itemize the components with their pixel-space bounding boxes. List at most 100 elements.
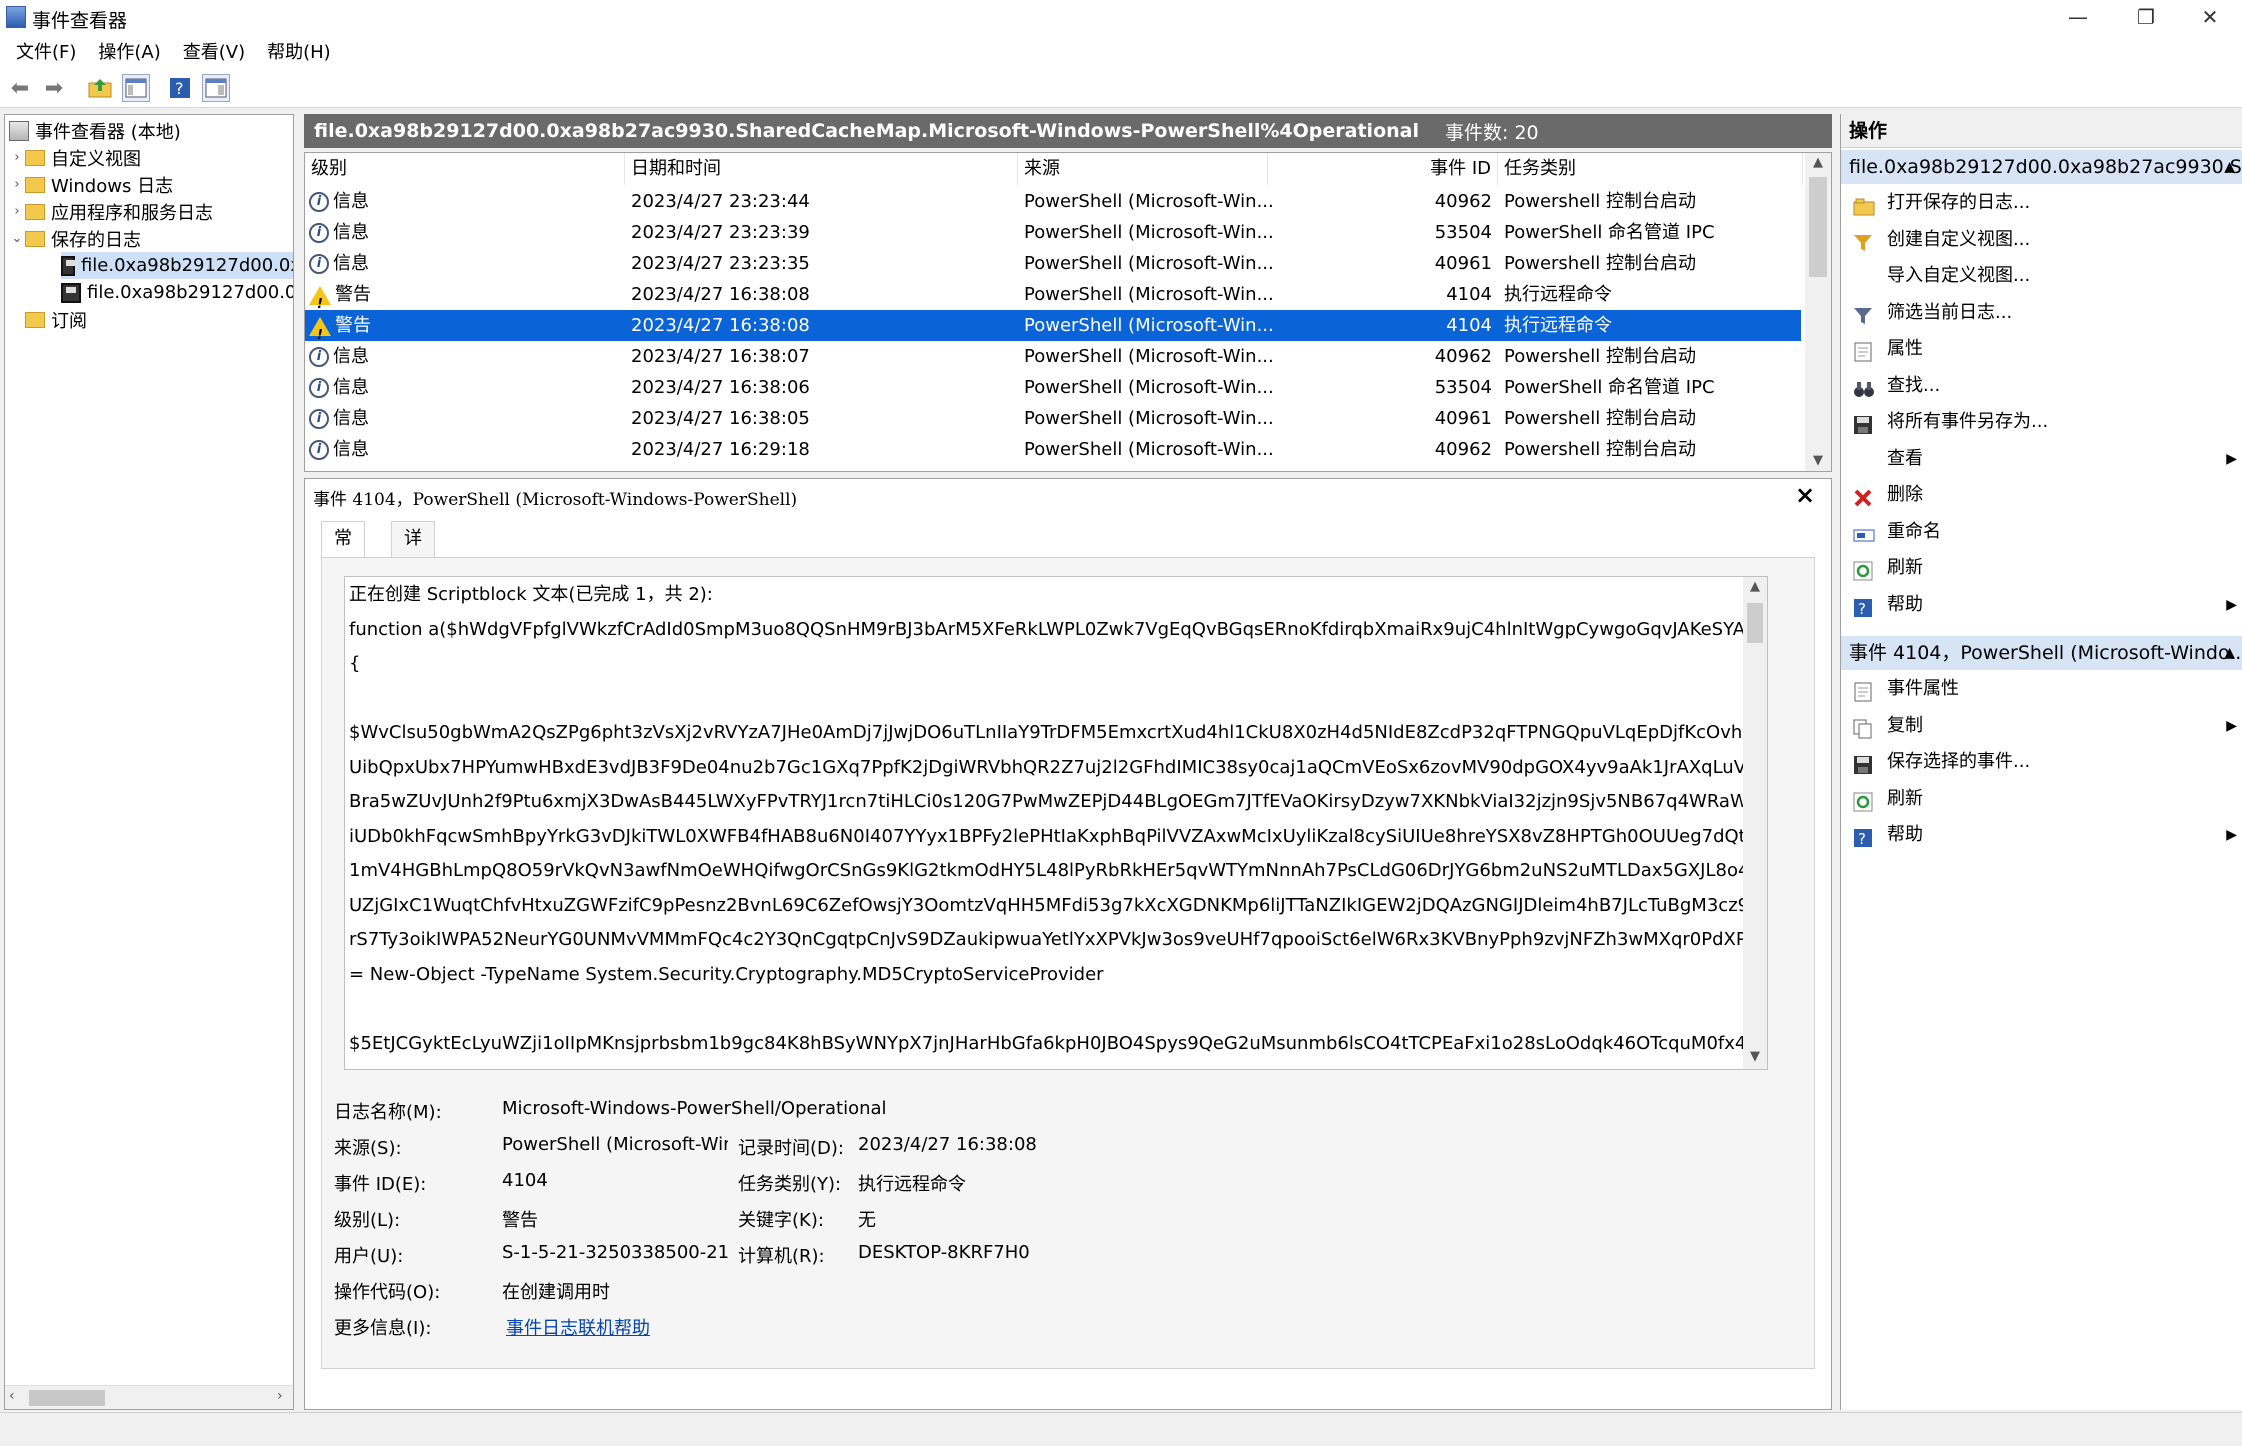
table-row[interactable]: i 信息 2023/4/27 16:29:18 PowerShell (Microso… (305, 434, 1801, 465)
events-vertical-scrollbar[interactable]: ▲ ▼ (1805, 153, 1831, 471)
action-item[interactable]: 复制 ▶ (1841, 709, 2242, 743)
scroll-down-icon[interactable]: ▼ (1743, 1049, 1767, 1064)
event-message-box[interactable]: 正在创建 Scriptblock 文本(已完成 1，共 2): function … (344, 576, 1768, 1070)
menu-view[interactable]: 查看(V) (175, 38, 259, 64)
info-icon: i (309, 347, 329, 367)
column-header-task-category[interactable]: 任务类别 (1498, 153, 1803, 185)
up-folder-icon[interactable] (86, 74, 114, 102)
scroll-down-icon[interactable]: ▼ (1805, 453, 1831, 468)
tree-item-saved-log-2[interactable]: file.0xa98b29127d00.0x (61, 279, 293, 306)
help-icon[interactable]: ? (166, 74, 194, 102)
scroll-up-icon[interactable]: ▲ (1805, 155, 1831, 170)
tab-details[interactable]: 详细信息 (391, 521, 435, 651)
action-item-label: 保存选择的事件... (1887, 751, 2031, 772)
action-item[interactable]: 删除 (1841, 478, 2242, 512)
expand-chevron-icon[interactable]: › (9, 150, 25, 165)
table-row[interactable]: i 信息 2023/4/27 16:38:06 PowerShell (Microso… (305, 372, 1801, 403)
table-row[interactable]: 警告 2023/4/27 16:38:08 PowerShell (Microsof… (305, 310, 1801, 351)
table-row[interactable]: 警告 2023/4/27 16:38:08 PowerShell (Microsof… (305, 279, 1801, 320)
action-item[interactable]: 创建自定义视图... (1841, 223, 2242, 257)
action-item[interactable]: ? 帮助 ▶ (1841, 818, 2242, 852)
tree-item-label: Windows 日志 (51, 175, 174, 197)
menu-action[interactable]: 操作(A) (90, 38, 174, 64)
tree-horizontal-scrollbar[interactable]: ‹ › (5, 1385, 293, 1409)
info-icon: i (309, 440, 329, 460)
action-item-label: 刷新 (1887, 787, 1923, 809)
minimize-button[interactable]: — (2044, 0, 2112, 34)
collapse-chevron-icon[interactable]: ⌄ (9, 231, 25, 246)
action-item[interactable]: 导入自定义视图... (1841, 259, 2242, 293)
keywords-label: 关键字(K): (738, 1210, 824, 1231)
tree-item-subscriptions[interactable]: 订阅 (25, 306, 87, 333)
column-header-source[interactable]: 来源 (1018, 153, 1268, 185)
online-help-link[interactable]: 事件日志联机帮助 (506, 1314, 806, 1340)
log-name-value: Microsoft-Windows-PowerShell/Operational (502, 1098, 887, 1119)
scroll-up-icon[interactable]: ▲ (1743, 579, 1767, 594)
tree-item-custom-views[interactable]: › 自定义视图 (9, 144, 141, 171)
scrollbar-thumb[interactable] (1747, 603, 1763, 643)
action-item[interactable]: ? 帮助 ▶ (1841, 588, 2242, 622)
action-item[interactable]: 刷新 (1841, 551, 2242, 585)
tree-item-saved-logs[interactable]: ⌄ 保存的日志 (9, 225, 141, 252)
cell-task-category: Powershell 控制台启动 (1504, 253, 1697, 274)
cell-datetime: 2023/4/27 16:29:18 (631, 439, 810, 460)
show-hide-action-pane-icon[interactable] (202, 74, 230, 102)
actions-section-event[interactable]: 事件 4104，PowerShell (Microsoft-Windo... ▲ (1841, 636, 2242, 670)
tree-root[interactable]: 事件查看器 (本地) (9, 117, 181, 144)
scrollbar-thumb[interactable] (29, 1390, 105, 1406)
action-item[interactable]: 查看 ▶ (1841, 442, 2242, 476)
cell-event-id: 40961 (1434, 408, 1492, 429)
save-icon (1853, 753, 1873, 774)
action-item[interactable]: 保存选择的事件... (1841, 745, 2242, 779)
filter-icon (1853, 304, 1873, 324)
cell-source: PowerShell (Microsoft-Win... (1024, 222, 1274, 243)
cell-source: PowerShell (Microsoft-Win... (1024, 439, 1274, 460)
tree-item-app-service-logs[interactable]: › 应用程序和服务日志 (9, 198, 213, 225)
forward-arrow-icon[interactable]: ➡ (40, 74, 68, 102)
cell-task-category: 执行远程命令 (1504, 315, 1612, 336)
tab-general[interactable]: 常规 (321, 521, 365, 583)
tree-item-saved-log-1[interactable]: file.0xa98b29127d00.0x (61, 252, 293, 279)
action-item[interactable]: 查找... (1841, 369, 2242, 403)
info-icon: i (309, 378, 329, 398)
actions-section-log[interactable]: file.0xa98b29127d00.0xa98b27ac9930.Sh...… (1841, 150, 2242, 184)
action-item[interactable]: 事件属性 (1841, 672, 2242, 706)
action-item[interactable]: 打开保存的日志... (1841, 186, 2242, 220)
action-item[interactable]: 刷新 (1841, 782, 2242, 816)
menu-file[interactable]: 文件(F) (8, 38, 90, 64)
scroll-right-icon[interactable]: › (277, 1388, 283, 1404)
expand-chevron-icon[interactable]: › (9, 177, 25, 192)
action-item[interactable]: 重命名 (1841, 515, 2242, 549)
collapse-up-icon[interactable]: ▲ (2224, 150, 2235, 184)
table-row[interactable]: i 信息 2023/4/27 23:23:44 PowerShell (Microso… (305, 186, 1801, 217)
table-row[interactable]: i 信息 2023/4/27 16:38:05 PowerShell (Microso… (305, 403, 1801, 434)
show-hide-tree-icon[interactable] (122, 74, 150, 102)
restore-button[interactable]: ❐ (2112, 0, 2180, 34)
column-header-event-id[interactable]: 事件 ID (1268, 153, 1498, 185)
collapse-up-icon[interactable]: ▲ (2224, 636, 2235, 670)
submenu-arrow-icon: ▶ (2226, 717, 2237, 734)
refresh-icon (1853, 790, 1873, 811)
menu-help[interactable]: 帮助(H) (259, 38, 345, 64)
tree-item-windows-logs[interactable]: › Windows 日志 (9, 171, 173, 198)
table-row[interactable]: i 信息 2023/4/27 23:23:39 PowerShell (Microso… (305, 217, 1801, 248)
cell-source: PowerShell (Microsoft-Win... (1024, 408, 1274, 429)
table-row[interactable]: i 信息 2023/4/27 16:38:07 PowerShell (Microso… (305, 341, 1801, 372)
message-vertical-scrollbar[interactable]: ▲ ▼ (1743, 577, 1767, 1069)
cell-source: PowerShell (Microsoft-Win... (1024, 346, 1274, 367)
cell-event-id: 40962 (1434, 346, 1492, 367)
back-arrow-icon[interactable]: ⬅ (6, 74, 34, 102)
action-item[interactable]: 将所有事件另存为... (1841, 405, 2242, 439)
scroll-left-icon[interactable]: ‹ (9, 1388, 15, 1404)
close-window-button[interactable]: ✕ (2176, 0, 2242, 34)
close-icon[interactable]: × (1795, 481, 1815, 509)
action-item[interactable]: 筛选当前日志... (1841, 296, 2242, 330)
expand-chevron-icon[interactable]: › (9, 204, 25, 219)
info-icon: i (309, 192, 329, 212)
scrollbar-thumb[interactable] (1809, 177, 1827, 277)
column-header-datetime[interactable]: 日期和时间 (625, 153, 1018, 185)
action-item[interactable]: 属性 (1841, 332, 2242, 366)
column-header-level[interactable]: 级别 (305, 153, 625, 185)
cell-event-id: 40962 (1434, 191, 1492, 212)
table-row[interactable]: i 信息 2023/4/27 23:23:35 PowerShell (Microso… (305, 248, 1801, 279)
